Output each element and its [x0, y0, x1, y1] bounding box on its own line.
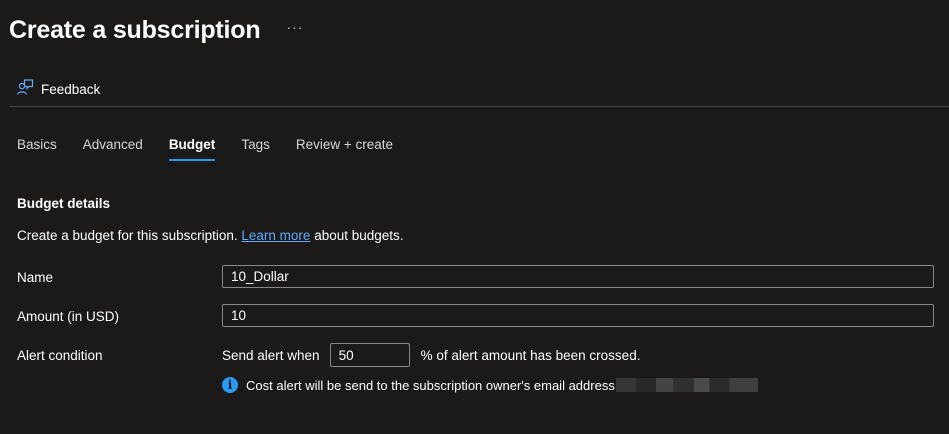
alert-prefix: Send alert when: [222, 347, 320, 363]
amount-input[interactable]: [222, 304, 934, 327]
page-title: Create a subscription: [9, 16, 261, 44]
tab-tags[interactable]: Tags: [241, 137, 270, 161]
description-prefix: Create a budget for this subscription.: [17, 228, 238, 243]
tab-basics[interactable]: Basics: [17, 137, 57, 161]
tab-bar: Basics Advanced Budget Tags Review + cre…: [17, 137, 419, 161]
tab-budget[interactable]: Budget: [168, 137, 215, 161]
info-icon: i: [222, 377, 238, 393]
section-title: Budget details: [17, 196, 111, 211]
amount-label: Amount (in USD): [17, 309, 120, 324]
name-input[interactable]: [222, 265, 934, 288]
alert-condition-label: Alert condition: [17, 348, 103, 363]
more-options-button[interactable]: ···: [286, 11, 303, 43]
alert-percentage-input[interactable]: [329, 343, 410, 367]
feedback-button[interactable]: Feedback: [16, 78, 100, 101]
budget-description: Create a budget for this subscription. L…: [17, 228, 404, 243]
tab-review-create[interactable]: Review + create: [296, 137, 393, 161]
description-suffix: about budgets.: [314, 228, 404, 243]
learn-more-link[interactable]: Learn more: [241, 228, 310, 243]
info-text: Cost alert will be send to the subscript…: [246, 377, 615, 393]
redacted-email: [615, 378, 758, 392]
page: Create a subscription ··· Feedback Basic…: [0, 0, 949, 434]
feedback-label: Feedback: [41, 82, 101, 97]
title-row: Create a subscription ···: [9, 14, 303, 46]
alert-suffix: % of alert amount has been crossed.: [420, 347, 641, 363]
feedback-person-icon: [16, 78, 34, 101]
tab-advanced[interactable]: Advanced: [83, 137, 143, 161]
name-label: Name: [17, 270, 54, 285]
info-message: i Cost alert will be send to the subscri…: [222, 377, 758, 393]
alert-condition-row: Send alert when % of alert amount has be…: [222, 343, 640, 367]
header-divider: [9, 106, 949, 107]
